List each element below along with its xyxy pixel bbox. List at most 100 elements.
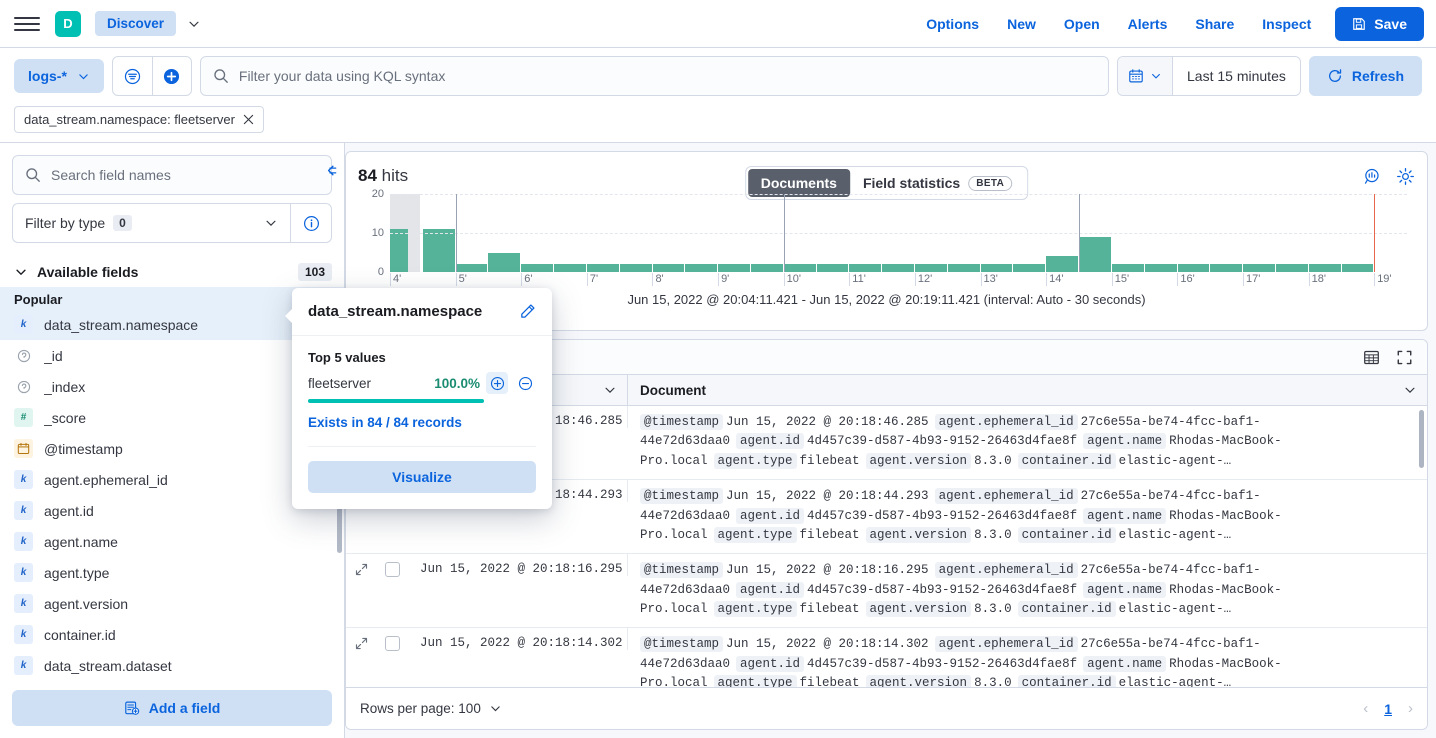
gridline xyxy=(390,194,1407,195)
table-row[interactable]: Jun 15, 2022 @ 20:18:16.295@timestampJun… xyxy=(346,554,1427,628)
sidebar-field-data-stream-dataset[interactable]: kdata_stream.dataset xyxy=(0,650,344,680)
calendar-button[interactable] xyxy=(1118,57,1173,95)
histogram-bar[interactable] xyxy=(915,264,947,272)
document-field-value: filebeat xyxy=(800,528,860,542)
histogram-bar[interactable] xyxy=(1013,264,1045,272)
breadcrumb-chevron-down-icon[interactable] xyxy=(187,17,201,31)
histogram-bar[interactable] xyxy=(1079,237,1111,272)
histogram-bar[interactable] xyxy=(849,264,881,272)
share-button[interactable]: Share xyxy=(1181,10,1248,38)
display-options-icon[interactable] xyxy=(1363,349,1380,366)
inspect-button[interactable]: Inspect xyxy=(1248,10,1325,38)
histogram-bar[interactable] xyxy=(882,264,914,272)
histogram-bar[interactable] xyxy=(784,264,816,272)
sidebar-field-agent-name[interactable]: kagent.name xyxy=(0,526,344,557)
histogram-bar[interactable] xyxy=(751,264,783,272)
workspace-avatar[interactable]: D xyxy=(55,11,81,37)
calendar-icon xyxy=(1128,68,1144,84)
open-button[interactable]: Open xyxy=(1050,10,1114,38)
previous-page-icon[interactable]: ‹ xyxy=(1363,700,1368,717)
tab-documents[interactable]: Documents xyxy=(748,169,850,197)
histogram-bar[interactable] xyxy=(1309,264,1341,272)
histogram-bar[interactable] xyxy=(620,264,652,272)
histogram-bar[interactable] xyxy=(1243,264,1275,272)
expand-row-icon[interactable] xyxy=(355,563,368,576)
histogram-bar[interactable] xyxy=(1210,264,1242,272)
document-field-key: container.id xyxy=(1018,527,1116,543)
saved-queries-icon[interactable] xyxy=(113,57,152,95)
search-input[interactable] xyxy=(239,68,1096,84)
checkbox[interactable] xyxy=(385,562,400,577)
filter-for-value-icon[interactable] xyxy=(486,372,508,394)
sidebar-field-agent-version[interactable]: kagent.version xyxy=(0,588,344,619)
document-field-key: agent.id xyxy=(736,433,804,449)
save-button[interactable]: Save xyxy=(1335,7,1424,41)
kql-search-bar[interactable] xyxy=(200,56,1109,96)
histogram-bar[interactable] xyxy=(1342,264,1374,272)
gear-icon[interactable] xyxy=(1396,167,1415,186)
x-axis-tick: 15' xyxy=(1112,273,1129,286)
chart-options-icon[interactable] xyxy=(1363,167,1382,186)
histogram-bar[interactable] xyxy=(1276,264,1308,272)
collapse-sidebar-icon[interactable] xyxy=(315,155,345,185)
hits-label: hits xyxy=(382,166,408,185)
fields-info-icon[interactable] xyxy=(290,203,332,243)
filter-pill[interactable]: data_stream.namespace: fleetserver xyxy=(14,106,264,133)
table-row[interactable]: Jun 15, 2022 @ 20:18:14.302@timestampJun… xyxy=(346,628,1427,687)
document-field-value: Jun 15, 2022 @ 20:18:46.285 xyxy=(726,415,929,429)
options-button[interactable]: Options xyxy=(912,10,993,38)
histogram-bar[interactable] xyxy=(653,264,685,272)
histogram-bar[interactable] xyxy=(1046,256,1078,272)
tab-field-statistics[interactable]: Field statistics BETA xyxy=(850,169,1025,197)
table-scrollbar[interactable] xyxy=(1419,410,1424,468)
y-axis-tick: 10 xyxy=(372,227,384,239)
sidebar-field-container-id[interactable]: kcontainer.id xyxy=(0,619,344,650)
histogram-bar[interactable] xyxy=(948,264,980,272)
close-icon[interactable] xyxy=(243,114,254,125)
histogram-bar[interactable] xyxy=(488,253,520,273)
data-source-selector[interactable]: logs-* xyxy=(14,59,104,93)
histogram-bar[interactable] xyxy=(521,264,553,272)
fullscreen-icon[interactable] xyxy=(1396,349,1413,366)
chevron-down-icon[interactable] xyxy=(1403,383,1417,397)
histogram-bar[interactable] xyxy=(817,264,849,272)
exists-in-records-link[interactable]: Exists in 84 / 84 records xyxy=(308,415,536,430)
edit-field-icon[interactable] xyxy=(519,303,536,320)
field-search[interactable] xyxy=(12,155,332,195)
checkbox[interactable] xyxy=(385,636,400,651)
page-number[interactable]: 1 xyxy=(1384,701,1392,717)
histogram-bar[interactable] xyxy=(587,264,619,272)
histogram-bar[interactable] xyxy=(1145,264,1177,272)
histogram-bar[interactable] xyxy=(1178,264,1210,272)
histogram-bar[interactable] xyxy=(554,264,586,272)
x-axis-tick: 14' xyxy=(1046,273,1063,286)
histogram-bar[interactable] xyxy=(456,264,488,272)
breadcrumb-discover[interactable]: Discover xyxy=(95,11,176,36)
menu-icon[interactable] xyxy=(14,11,40,37)
time-range-label[interactable]: Last 15 minutes xyxy=(1173,68,1300,84)
histogram-bar[interactable] xyxy=(423,229,455,272)
refresh-button[interactable]: Refresh xyxy=(1309,56,1422,96)
histogram-bar[interactable] xyxy=(685,264,717,272)
document-field-key: agent.ephemeral_id xyxy=(935,488,1078,504)
new-button[interactable]: New xyxy=(993,10,1050,38)
expand-row-icon[interactable] xyxy=(355,637,368,650)
alerts-button[interactable]: Alerts xyxy=(1114,10,1182,38)
histogram-bar[interactable] xyxy=(981,264,1013,272)
visualize-button[interactable]: Visualize xyxy=(308,461,536,493)
sidebar-field-agent-type[interactable]: kagent.type xyxy=(0,557,344,588)
filter-out-value-icon[interactable] xyxy=(514,372,536,394)
filter-by-type-button[interactable]: Filter by type 0 xyxy=(12,203,290,243)
histogram-bar[interactable] xyxy=(1112,264,1144,272)
rows-per-page-selector[interactable]: Rows per page: 100 xyxy=(360,701,502,716)
search-field-names-input[interactable] xyxy=(51,167,319,183)
histogram-bar[interactable] xyxy=(390,229,408,272)
available-fields-header[interactable]: Available fields 103 xyxy=(0,257,344,287)
add-a-field-button[interactable]: Add a field xyxy=(12,690,332,726)
document-column-header[interactable]: Document xyxy=(628,375,1427,405)
add-filter-icon[interactable] xyxy=(152,57,191,95)
field-name: agent.version xyxy=(44,596,128,612)
histogram-bar[interactable] xyxy=(718,264,750,272)
next-page-icon[interactable]: › xyxy=(1408,700,1413,717)
chevron-down-icon[interactable] xyxy=(603,383,617,397)
